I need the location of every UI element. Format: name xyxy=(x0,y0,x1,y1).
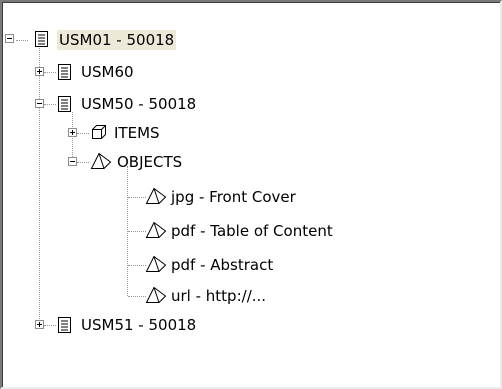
tree-node-label[interactable]: USM51 - 50018 xyxy=(79,315,198,335)
record-icon xyxy=(58,96,71,112)
tree-node-label[interactable]: url - http://... xyxy=(169,286,268,306)
record-icon xyxy=(58,317,71,333)
tree-node-label[interactable]: USM01 - 50018 xyxy=(57,30,177,50)
tree-connector xyxy=(44,72,56,73)
tree-node-label[interactable]: pdf - Table of Content xyxy=(169,221,335,241)
pyramid-icon xyxy=(145,286,167,303)
pyramid-icon xyxy=(145,221,167,238)
tree-view-panel[interactable]: USM01 - 50018 USM60 USM50 - 50018 ITEMS xyxy=(0,0,502,389)
expand-toggle-icon[interactable] xyxy=(35,320,44,329)
tree-connector xyxy=(128,231,146,232)
tree-connector xyxy=(44,104,56,105)
tree-node-label[interactable]: ITEMS xyxy=(112,123,162,143)
collapse-toggle-icon[interactable] xyxy=(5,34,14,43)
tree-connector xyxy=(128,265,146,266)
collapse-toggle-icon[interactable] xyxy=(35,99,44,108)
record-icon xyxy=(35,31,48,47)
pyramid-icon xyxy=(90,152,112,169)
expand-toggle-icon[interactable] xyxy=(68,128,77,137)
pyramid-icon xyxy=(145,255,167,272)
tree-node-label[interactable]: OBJECTS xyxy=(115,152,184,172)
tree-connector xyxy=(44,325,56,326)
expand-toggle-icon[interactable] xyxy=(35,67,44,76)
collapse-toggle-icon[interactable] xyxy=(68,157,77,166)
cube-icon xyxy=(92,125,106,139)
tree-node-label[interactable]: pdf - Abstract xyxy=(169,255,275,275)
tree-node-label[interactable]: USM60 xyxy=(79,62,136,82)
tree-connector xyxy=(77,162,89,163)
tree-node-label[interactable]: jpg - Front Cover xyxy=(169,187,298,207)
tree-node-label[interactable]: USM50 - 50018 xyxy=(79,94,198,114)
tree-connector xyxy=(128,197,146,198)
tree-connector xyxy=(128,296,146,297)
record-icon xyxy=(58,64,71,80)
tree-connector xyxy=(39,48,40,323)
tree-connector xyxy=(16,40,28,41)
pyramid-icon xyxy=(145,187,167,204)
tree-connector xyxy=(77,133,89,134)
